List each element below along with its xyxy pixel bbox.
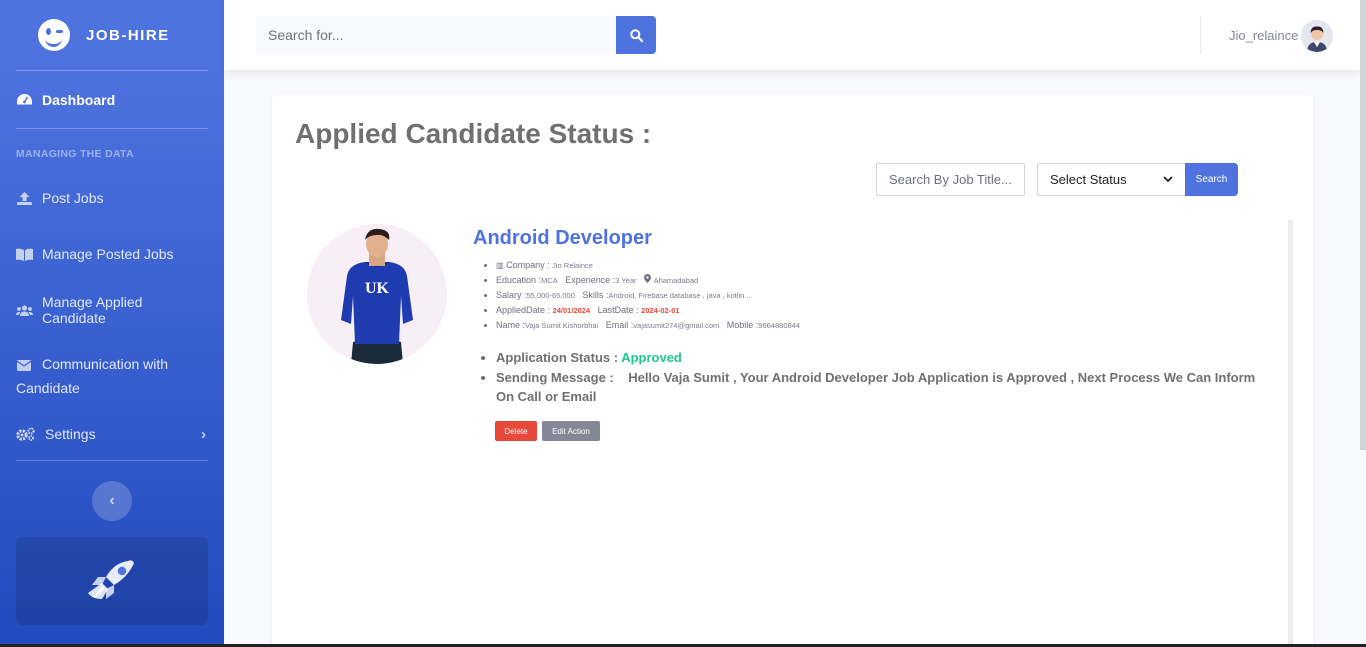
application-status-list: Application Status : Approved Sending Me… [496, 348, 1276, 407]
dates-row: AppliedDate : 24/01/2024 LastDate : 2024… [496, 303, 800, 318]
education-value: MCA [541, 276, 558, 285]
search-input[interactable] [256, 16, 616, 54]
skills-label: Skills : [582, 290, 609, 300]
application-status-label: Application Status : [496, 350, 619, 365]
building-icon: ▥ [496, 261, 504, 270]
mobile-label: Mobile : [726, 320, 759, 330]
candidate-photo-image: UK [307, 224, 447, 364]
experience-label: Experience : [565, 275, 616, 285]
search-icon [629, 28, 643, 42]
sidebar-item-communication[interactable]: Communication with Candidate [0, 338, 224, 418]
salary-row: Salary :55,000-65,000 Skills :Android, F… [496, 288, 800, 303]
location-value: Ahamadabad [653, 276, 699, 285]
page-title: Applied Candidate Status : [295, 118, 652, 149]
sidebar-promo-card [16, 537, 208, 625]
edit-action-button[interactable]: Edit Action [542, 421, 600, 441]
applied-date-label: AppliedDate : [496, 305, 551, 315]
wink-logo-icon [38, 19, 70, 51]
company-row: ▥ Company : Jio Relaince [496, 258, 800, 273]
search-button[interactable] [616, 16, 656, 54]
rocket-icon [88, 560, 134, 599]
user-name[interactable]: Jio_relaince [1229, 28, 1298, 43]
company-value: Jio Relaince [552, 261, 593, 270]
education-label: Education : [496, 275, 542, 285]
sending-message-row: Sending Message : Hello Vaja Sumit , You… [496, 368, 1276, 407]
chevron-left-icon: ‹ [109, 492, 115, 509]
mobile-value: 9664880844 [758, 321, 801, 330]
topbar: Jio_relaince [224, 0, 1360, 70]
applied-date-value: 24/01/2024 [552, 306, 591, 315]
sidebar-item-label: Communication with Candidate [16, 356, 169, 396]
brand-name: JOB-HIRE [86, 26, 170, 44]
sending-message-label: Sending Message : [496, 369, 614, 385]
name-label: Name : [496, 320, 526, 330]
application-status-row: Application Status : Approved [496, 348, 1276, 368]
application-status-badge: Approved [621, 350, 682, 365]
salary-label: Salary : [496, 290, 527, 300]
experience-value: 3 Year [615, 276, 637, 285]
sidebar-item-dashboard[interactable]: Dashboard [0, 71, 224, 128]
sidebar-item-label: Settings [45, 426, 96, 442]
topbar-divider [1200, 16, 1201, 54]
sidebar-item-manage-applied-candidate[interactable]: Manage Applied Candidate [0, 282, 224, 338]
sidebar-item-label: Post Jobs [42, 190, 104, 206]
cogs-icon [16, 427, 35, 441]
list-scrollbar[interactable] [1288, 220, 1293, 647]
job-title-filter-input[interactable] [876, 163, 1025, 196]
last-date-value: 2024-02-01 [641, 306, 680, 315]
delete-button[interactable]: Delete [495, 421, 537, 441]
brand[interactable]: JOB-HIRE [0, 0, 224, 70]
tachometer-icon [17, 94, 32, 105]
sidebar-item-manage-posted-jobs[interactable]: Manage Posted Jobs [0, 226, 224, 282]
company-label: Company : [506, 260, 550, 270]
sidebar-heading: MANAGING THE DATA [16, 148, 134, 160]
user-avatar[interactable] [1301, 20, 1333, 52]
education-row: Education :MCA Experience :3 Year Ahamad… [496, 273, 800, 288]
sidebar-item-label: Dashboard [42, 91, 116, 108]
users-icon [16, 304, 33, 316]
book-icon [16, 248, 33, 261]
sidebar: JOB-HIRE Dashboard MANAGING THE DATA Pos… [0, 0, 224, 647]
sweater-logo: UK [365, 280, 390, 297]
sidebar-divider [16, 128, 208, 129]
sidebar-divider [16, 460, 208, 461]
last-date-label: LastDate : [597, 305, 639, 315]
sidebar-item-label: Manage Posted Jobs [42, 246, 174, 262]
candidate-photo: UK [307, 224, 447, 364]
filter-search-button[interactable]: Search [1185, 163, 1238, 196]
sidebar-item-settings[interactable]: Settings › [0, 418, 224, 450]
job-title[interactable]: Android Developer [473, 227, 652, 250]
email-label: Email : [605, 320, 634, 330]
status-select[interactable]: Select Status [1037, 163, 1185, 196]
status-select-value: Select Status [1050, 172, 1127, 187]
name-value: Vaja Sumit Kishorbhai [525, 321, 599, 330]
skills-value: Android, Firebase database , java , kotl… [608, 291, 753, 300]
envelope-icon [16, 360, 32, 371]
upload-icon [17, 191, 32, 205]
sidebar-item-post-jobs[interactable]: Post Jobs [0, 170, 224, 226]
candidate-details: ▥ Company : Jio Relaince Education :MCA … [496, 258, 800, 333]
contact-row: Name :Vaja Sumit Kishorbhai Email :vajas… [496, 318, 800, 333]
sidebar-toggle-button[interactable]: ‹ [92, 481, 132, 521]
chevron-down-icon [1163, 176, 1173, 183]
email-value: vajasumit274@gmail.com [633, 321, 720, 330]
user-avatar-icon [1301, 20, 1333, 52]
map-marker-icon [644, 274, 652, 283]
page-scrollbar[interactable] [1360, 0, 1366, 450]
salary-value: 55,000-65,000 [526, 291, 575, 300]
chevron-right-icon: › [201, 425, 206, 443]
candidate-status-card: Applied Candidate Status : Select Status… [272, 94, 1313, 647]
sidebar-item-label: Manage Applied Candidate [42, 294, 143, 326]
